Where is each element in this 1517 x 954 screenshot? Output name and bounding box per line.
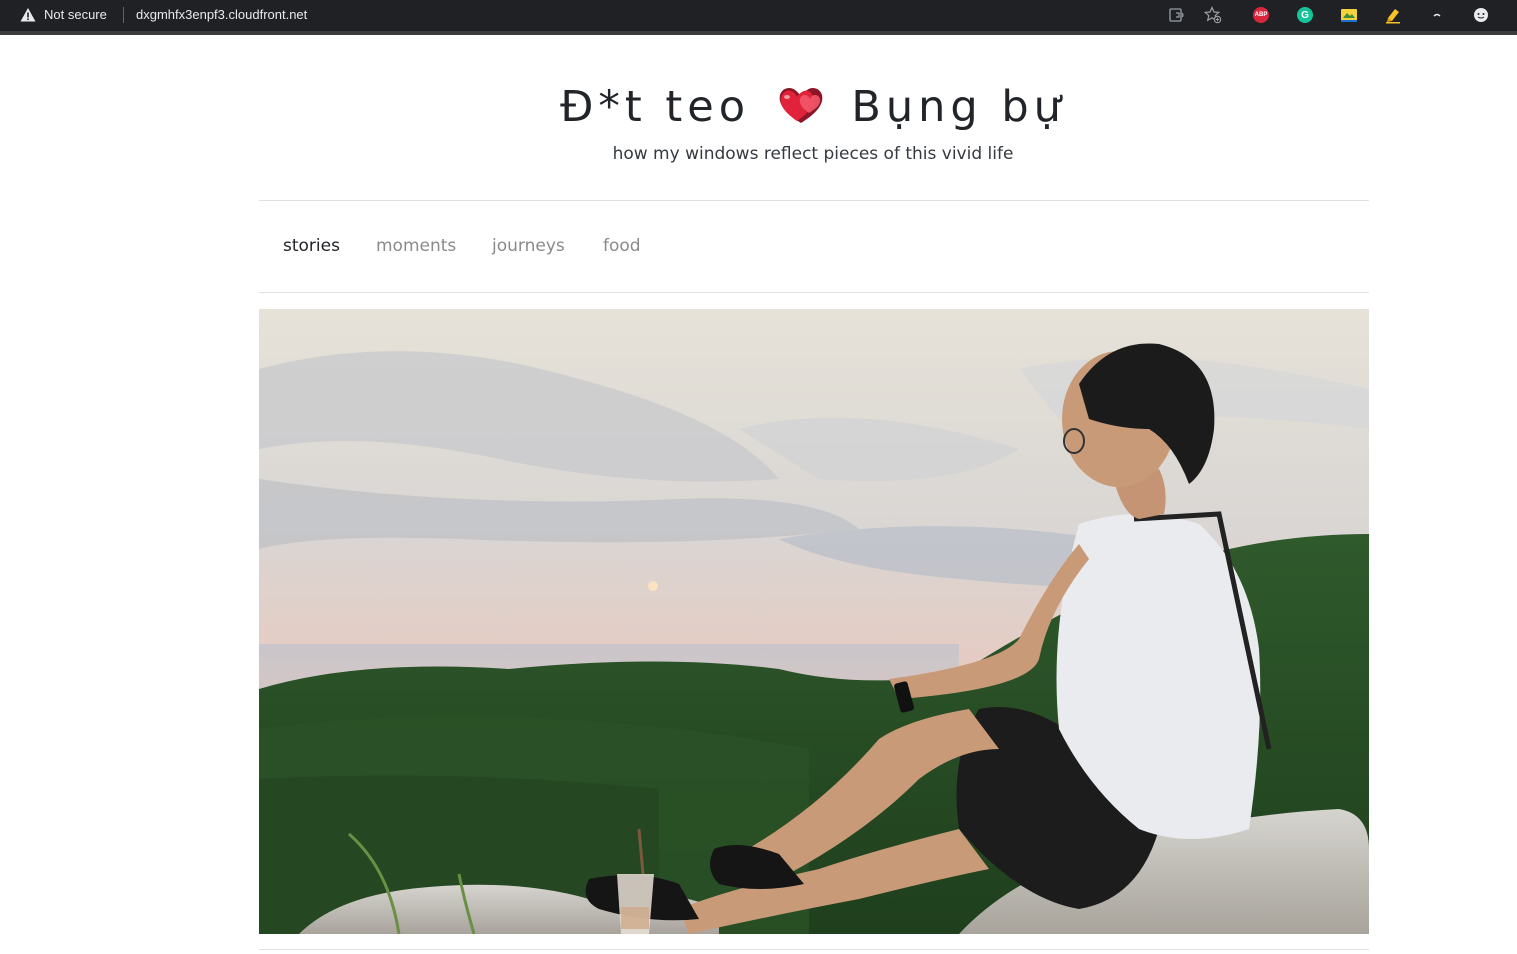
site-title-left: Đ*t teo	[560, 82, 751, 132]
category-nav: stories moments journeys food	[259, 201, 1369, 292]
browser-address-bar: Not secure dxgmhfx3enpf3.cloudfront.net …	[0, 0, 1517, 35]
warning-icon[interactable]	[20, 7, 36, 23]
security-status-label[interactable]: Not secure	[44, 7, 107, 22]
url-text[interactable]: dxgmhfx3enpf3.cloudfront.net	[136, 7, 307, 22]
nav-item-stories[interactable]: stories	[283, 236, 340, 256]
read-aloud-icon[interactable]	[1168, 6, 1186, 24]
adblock-plus-icon[interactable]: ABP	[1253, 7, 1269, 23]
footer-divider	[259, 949, 1369, 950]
site-title[interactable]: Đ*t teo Bụng bự	[0, 82, 1517, 132]
grammarly-icon[interactable]: G	[1297, 7, 1313, 23]
site-title-right: Bụng bự	[851, 82, 1066, 132]
highlighter-extension-icon[interactable]	[1384, 6, 1402, 24]
screenshot-extension-icon[interactable]	[1340, 6, 1358, 24]
site-tagline: how my windows reflect pieces of this vi…	[612, 144, 1014, 164]
hero-photo[interactable]	[259, 309, 1369, 934]
address-divider	[123, 7, 124, 23]
nav-divider	[259, 292, 1369, 293]
favorites-icon[interactable]	[1204, 6, 1222, 24]
nav-item-food[interactable]: food	[603, 236, 641, 256]
nav-item-moments[interactable]: moments	[376, 236, 456, 256]
nav-item-journeys[interactable]: journeys	[492, 236, 565, 256]
profile-icon[interactable]	[1472, 6, 1490, 24]
extension-icon[interactable]	[1428, 6, 1446, 24]
two-hearts-icon	[779, 87, 823, 123]
